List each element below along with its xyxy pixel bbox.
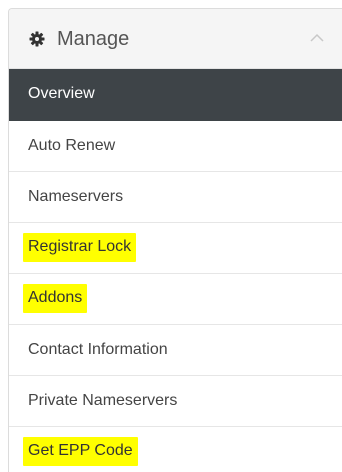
menu-item-registrar-lock[interactable]: Registrar Lock <box>9 223 342 274</box>
menu-item-label: Nameservers <box>28 188 124 205</box>
menu-item-label: Get EPP Code <box>23 437 138 466</box>
menu-item-label: Addons <box>23 284 88 313</box>
gear-icon <box>29 31 45 47</box>
menu-item-label: Private Nameservers <box>28 392 178 409</box>
menu-item-addons[interactable]: Addons <box>9 274 342 325</box>
panel-header[interactable]: Manage <box>9 9 342 69</box>
menu-item-nameservers[interactable]: Nameservers <box>9 172 342 223</box>
menu-item-label: Registrar Lock <box>23 233 137 262</box>
manage-panel: Manage Overview Auto Renew Nameservers R… <box>8 8 342 472</box>
panel-title: Manage <box>57 28 130 50</box>
menu-item-label: Auto Renew <box>28 137 116 154</box>
menu-item-label: Contact Information <box>28 341 168 358</box>
menu-item-private-nameservers[interactable]: Private Nameservers <box>9 376 342 427</box>
menu-item-get-epp-code[interactable]: Get EPP Code <box>9 427 342 472</box>
menu-item-contact-information[interactable]: Contact Information <box>9 325 342 376</box>
chevron-up-icon[interactable] <box>309 33 325 43</box>
menu-item-label: Overview <box>28 85 95 102</box>
menu-item-overview[interactable]: Overview <box>9 69 342 121</box>
menu-item-auto-renew[interactable]: Auto Renew <box>9 121 342 172</box>
